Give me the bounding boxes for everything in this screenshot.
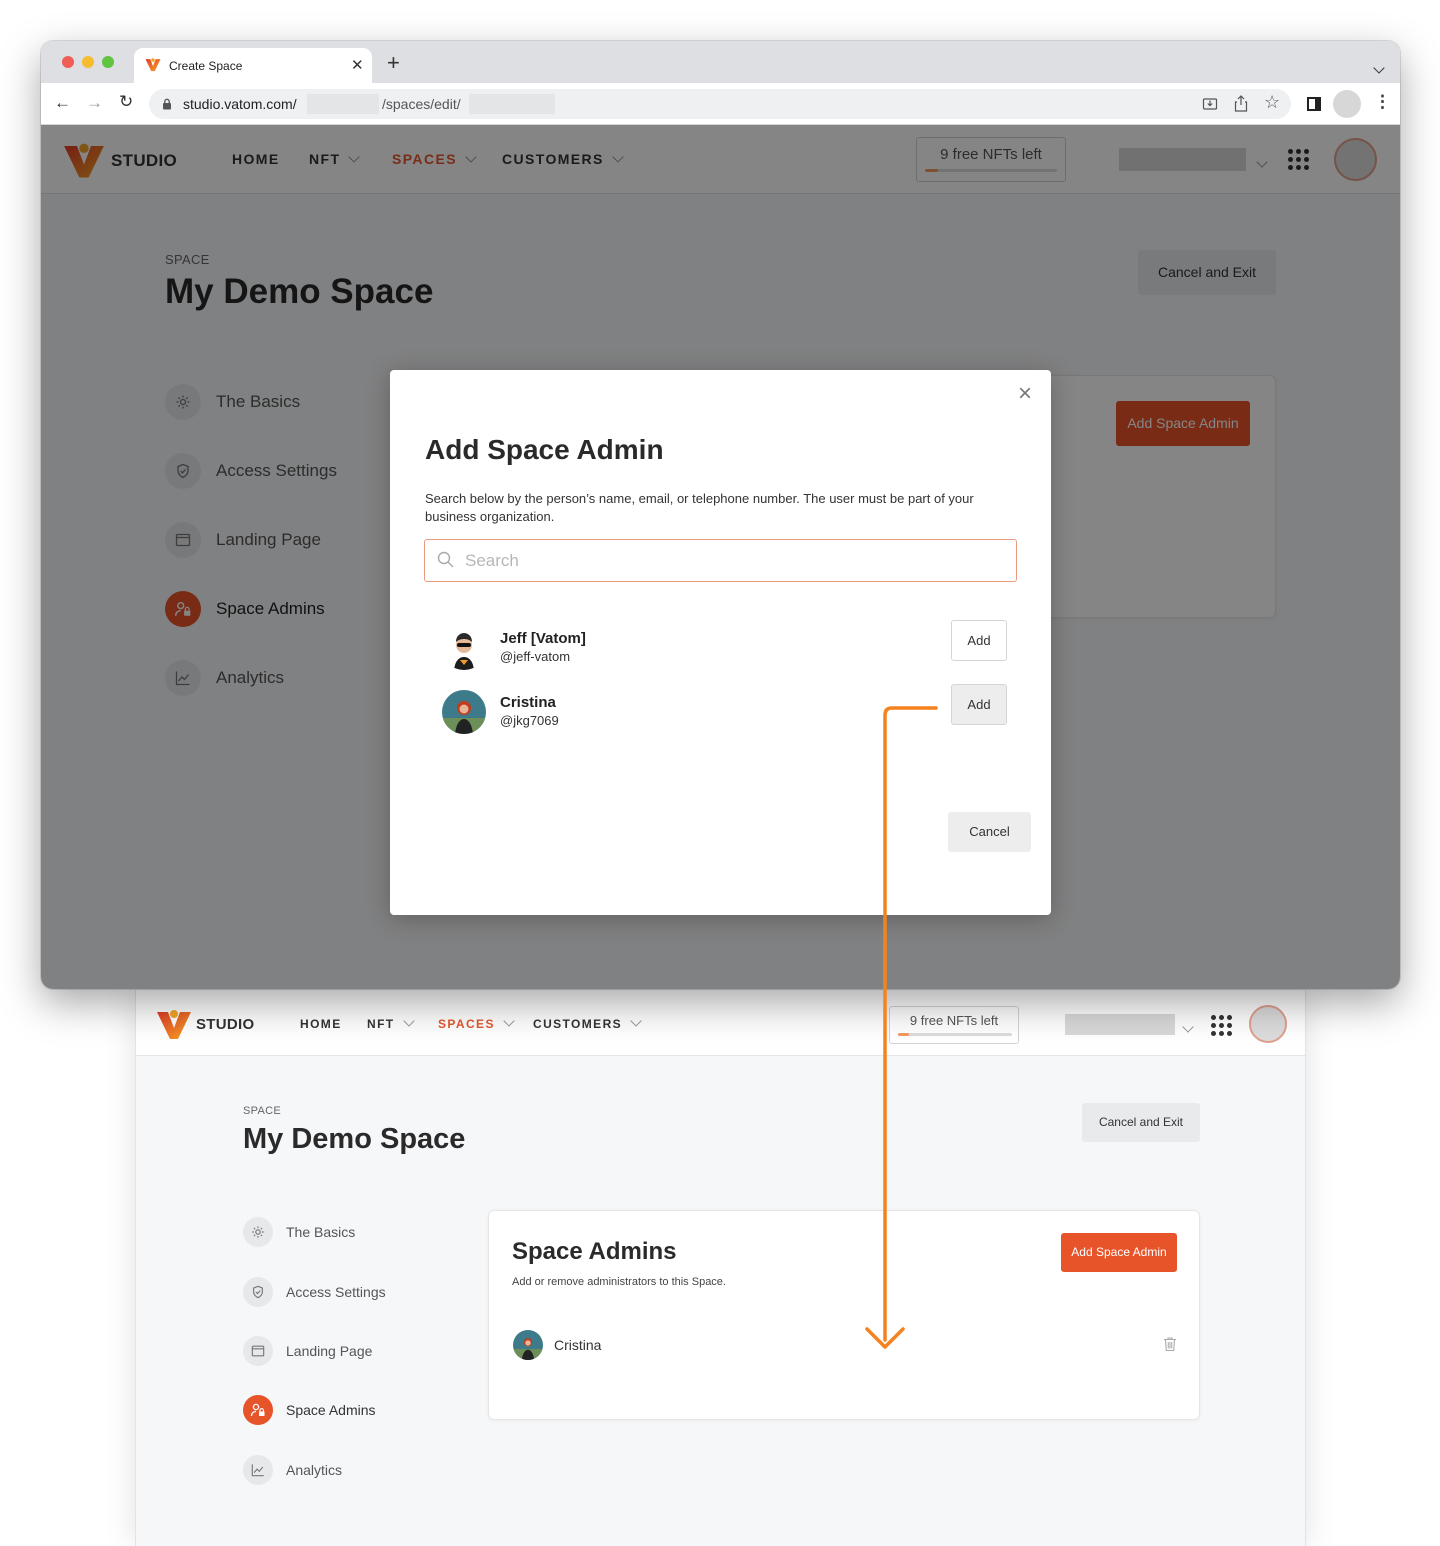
space-label: SPACE <box>243 1105 281 1117</box>
redacted-url-segment <box>307 94 379 114</box>
search-icon <box>437 551 454 568</box>
sidebar-item-label: The Basics <box>286 1224 356 1240</box>
user-handle: @jeff-vatom <box>500 649 571 664</box>
tab-create-space[interactable]: Create Space ✕ <box>134 48 372 84</box>
sidebar-item-label: Access Settings <box>286 1284 386 1300</box>
shield-check-icon <box>243 1277 273 1307</box>
sidebar-toggle-icon[interactable] <box>1307 97 1321 111</box>
minimize-window-button[interactable] <box>82 56 94 68</box>
account-selector[interactable] <box>1065 1014 1175 1035</box>
nav-spaces-label: SPACES <box>438 1017 495 1031</box>
page-title: My Demo Space <box>243 1123 466 1155</box>
space-admins-card: Space Admins Add or remove administrator… <box>488 1210 1200 1420</box>
free-nfts-label: free NFTs left <box>920 1013 999 1028</box>
add-user-button[interactable]: Add <box>951 620 1007 661</box>
avatar <box>442 626 486 670</box>
sidebar-item-label: Landing Page <box>286 1343 373 1359</box>
add-space-admin-modal: × Add Space Admin Search below by the pe… <box>390 370 1051 915</box>
logo-text: STUDIO <box>196 1016 255 1033</box>
chevron-down-icon <box>503 1015 515 1027</box>
user-avatar[interactable] <box>1249 1005 1287 1043</box>
search-placeholder: Search <box>465 551 519 570</box>
avatar <box>442 690 486 734</box>
maximize-window-button[interactable] <box>102 56 114 68</box>
line-chart-icon <box>243 1455 273 1485</box>
free-nfts-count: 9 <box>909 1013 918 1028</box>
nav-customers-label: CUSTOMERS <box>533 1017 623 1031</box>
sidebar-item-label: Analytics <box>286 1462 343 1478</box>
free-nfts-bar-fill <box>898 1033 910 1036</box>
sidebar-item-the-basics[interactable]: The Basics <box>243 1217 355 1247</box>
add-user-button[interactable]: Add <box>951 684 1007 725</box>
v-logo-icon <box>157 1010 191 1039</box>
nav-home-label: HOME <box>300 1017 342 1031</box>
search-input[interactable]: Search <box>424 539 1017 582</box>
user-name: Cristina <box>500 694 556 711</box>
sidebar-item-space-admins[interactable]: Space Admins <box>243 1395 376 1425</box>
address-bar-row: ← → ↻ studio.vatom.com/ /spaces/edit/ ☆ … <box>41 83 1400 125</box>
space-admins-subtitle: Add or remove administrators to this Spa… <box>512 1276 726 1288</box>
result-screen: STUDIO HOME NFT SPACES CUSTOMERS 9 free … <box>135 990 1306 1546</box>
gear-icon <box>243 1217 273 1247</box>
apps-grid-icon[interactable] <box>1211 1015 1232 1036</box>
share-icon[interactable] <box>1234 95 1248 112</box>
free-nfts-indicator[interactable]: 9 free NFTs left <box>889 1006 1019 1044</box>
tab-title: Create Space <box>169 59 243 73</box>
nav-nft-label: NFT <box>367 1017 395 1031</box>
install-app-icon[interactable] <box>1202 96 1218 112</box>
modal-title: Add Space Admin <box>425 434 664 465</box>
chevron-down-icon <box>630 1015 642 1027</box>
free-nfts-bar <box>898 1033 1012 1036</box>
trash-icon[interactable] <box>1163 1336 1177 1357</box>
forward-arrow-icon[interactable]: → <box>86 93 103 113</box>
sidebar-item-access-settings[interactable]: Access Settings <box>243 1277 386 1307</box>
vatom-logo[interactable] <box>156 1008 192 1045</box>
top-navigation-bar: STUDIO HOME NFT SPACES CUSTOMERS 9 free … <box>136 990 1305 1056</box>
redacted-url-segment <box>469 94 555 114</box>
reload-icon[interactable]: ↻ <box>119 92 133 112</box>
tab-search-icon[interactable] <box>1373 62 1385 74</box>
browser-window-icon <box>243 1336 273 1366</box>
kebab-menu-icon[interactable]: ⋮ <box>1374 92 1391 112</box>
cancel-and-exit-button[interactable]: Cancel and Exit <box>1082 1103 1200 1142</box>
sidebar-item-landing-page[interactable]: Landing Page <box>243 1336 372 1366</box>
profile-avatar[interactable] <box>1333 90 1361 118</box>
sidebar-item-label: Space Admins <box>286 1402 376 1418</box>
list-item: Jeff [Vatom] @jeff-vatom Add <box>442 620 1007 672</box>
nav-home[interactable]: HOME <box>300 1017 342 1031</box>
lock-icon <box>163 98 171 110</box>
modal-description: Search below by the person’s name, email… <box>425 491 974 524</box>
user-lock-icon <box>243 1395 273 1425</box>
nav-nft[interactable]: NFT <box>367 1015 415 1031</box>
tab-strip: Create Space ✕ + <box>41 41 1400 84</box>
space-admins-title: Space Admins <box>512 1238 677 1265</box>
admin-name: Cristina <box>554 1337 602 1353</box>
list-item: Cristina @jkg7069 Add <box>442 684 1007 736</box>
bookmark-star-icon[interactable]: ☆ <box>1264 92 1280 113</box>
chevron-down-icon[interactable] <box>1182 1021 1194 1033</box>
close-icon[interactable]: × <box>1018 380 1032 408</box>
avatar <box>513 1330 543 1360</box>
nav-customers[interactable]: CUSTOMERS <box>533 1015 642 1031</box>
user-name: Jeff [Vatom] <box>500 630 586 647</box>
close-window-button[interactable] <box>62 56 74 68</box>
close-tab-icon[interactable]: ✕ <box>351 56 364 74</box>
cancel-button[interactable]: Cancel <box>948 812 1031 852</box>
nav-spaces[interactable]: SPACES <box>438 1015 515 1031</box>
user-handle: @jkg7069 <box>500 713 559 728</box>
add-space-admin-button[interactable]: Add Space Admin <box>1061 1233 1177 1272</box>
favicon-icon <box>145 58 161 72</box>
url-bar[interactable]: studio.vatom.com/ /spaces/edit/ ☆ <box>149 89 1291 119</box>
back-arrow-icon[interactable]: ← <box>54 93 71 113</box>
url-path: /spaces/edit/ <box>382 96 461 112</box>
chevron-down-icon <box>402 1015 415 1027</box>
new-tab-button[interactable]: + <box>387 50 400 76</box>
sidebar-item-analytics[interactable]: Analytics <box>243 1455 342 1485</box>
url-host: studio.vatom.com/ <box>183 96 297 112</box>
